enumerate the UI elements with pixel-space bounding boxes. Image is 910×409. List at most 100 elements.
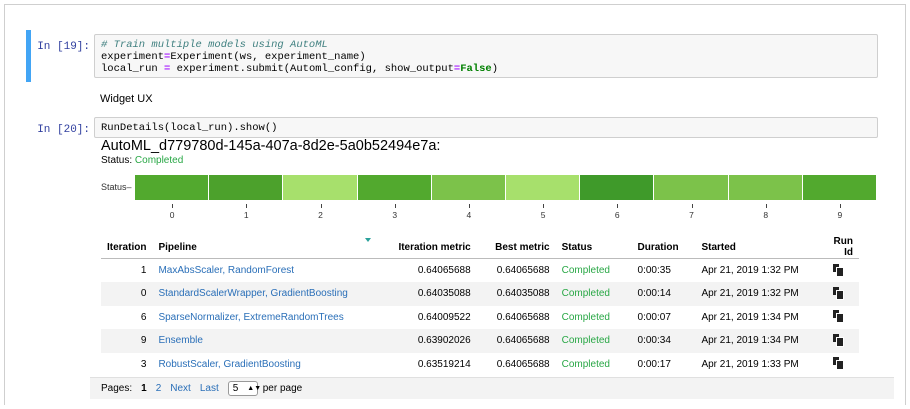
- cell-started: Apr 21, 2019 1:32 PM: [701, 265, 799, 276]
- table-pager: Pages: 1 2 Next Last 5 ▲▼ per page: [90, 377, 894, 399]
- cell-run-id: [817, 259, 859, 283]
- code-editor-20[interactable]: RunDetails(local_run).show(): [94, 117, 878, 138]
- cell-duration: 0:00:35: [637, 265, 671, 276]
- col-header-status[interactable]: Status: [555, 236, 632, 259]
- status-segment[interactable]: [209, 175, 283, 200]
- markdown-text: Widget UX: [100, 93, 153, 105]
- x-tick: [246, 204, 248, 208]
- code-line: experiment=Experiment(ws, experiment_nam…: [101, 51, 871, 63]
- cell-iteration-metric: 0.63519214: [417, 358, 471, 370]
- cell-status: Completed: [555, 282, 632, 306]
- cell-started: Apr 21, 2019 1:32 PM: [695, 282, 818, 306]
- copy-icon[interactable]: [833, 263, 845, 277]
- table-row[interactable]: 1 MaxAbsScaler, RandomForest 0.64065688 0.6…: [101, 259, 859, 283]
- code-line: # Train multiple models using AutoML: [101, 39, 871, 51]
- col-header-iteration-metric[interactable]: Iteration metric: [364, 236, 477, 259]
- cell-status: Completed: [561, 358, 610, 370]
- col-header-best-metric[interactable]: Best metric: [476, 236, 556, 259]
- x-tick-label: 8: [763, 210, 769, 220]
- table-row[interactable]: 0 StandardScalerWrapper, GradientBoosting…: [101, 282, 859, 306]
- x-tick-label: 0: [169, 210, 175, 220]
- cell-duration: 0:00:07: [637, 311, 671, 323]
- x-tick-label: 7: [689, 210, 694, 220]
- table-row[interactable]: 6 SparseNormalizer, ExtremeRandomTrees 0.6…: [101, 306, 859, 330]
- status-segment[interactable]: [506, 175, 580, 200]
- x-tick: [320, 204, 322, 208]
- col-header-started[interactable]: Started: [695, 236, 818, 259]
- page-2-link[interactable]: 2: [156, 383, 162, 394]
- cell-duration: 0:00:14: [631, 282, 696, 306]
- cell-iteration: 0: [101, 282, 153, 306]
- cell-pipeline-link[interactable]: RobustScaler, GradientBoosting: [152, 353, 366, 377]
- run-status-line: Status: Completed: [101, 155, 183, 166]
- cell-prompt-19: In [19]:: [37, 41, 90, 53]
- table-row[interactable]: 9 Ensemble 0.63902026 0.64065688 Completed 0:…: [101, 329, 859, 353]
- status-segment[interactable]: [728, 175, 802, 200]
- cell-pipeline-link[interactable]: StandardScalerWrapper, GradientBoosting: [152, 282, 367, 306]
- cell-status: Completed: [561, 265, 610, 276]
- cell-prompt-20: In [20]:: [37, 124, 90, 136]
- chart-y-label: Status–: [101, 182, 132, 192]
- cell-best-metric: 0.64035088: [476, 282, 556, 306]
- cell-best-metric: 0.64065688: [476, 329, 556, 353]
- cell-pipeline-link[interactable]: Ensemble: [152, 329, 367, 353]
- table-row[interactable]: 3 RobustScaler, GradientBoosting 0.6351921…: [101, 353, 859, 377]
- status-segment[interactable]: [135, 175, 209, 200]
- cell-selection-rail: [26, 30, 31, 82]
- x-tick-label: 6: [614, 210, 620, 220]
- code-token: Experiment(ws, experiment_name): [170, 51, 366, 63]
- next-page-link[interactable]: Next: [170, 383, 191, 394]
- x-tick: [617, 204, 619, 208]
- last-page-link[interactable]: Last: [200, 383, 219, 394]
- status-value: Completed: [134, 155, 184, 166]
- per-page-label: per page: [262, 383, 303, 394]
- cell-duration: 0:00:17: [637, 358, 671, 370]
- code-line: RunDetails(local_run).show(): [101, 122, 871, 134]
- col-header-pipeline[interactable]: Pipeline: [152, 236, 367, 259]
- copy-icon[interactable]: [833, 286, 845, 300]
- x-tick: [691, 204, 693, 208]
- x-tick-label: 4: [466, 210, 472, 220]
- x-tick: [839, 204, 841, 208]
- col-header-duration[interactable]: Duration: [631, 236, 696, 259]
- col-header-run-id[interactable]: Run Id: [817, 236, 859, 259]
- status-segment[interactable]: [580, 175, 654, 200]
- status-segment[interactable]: [802, 175, 876, 200]
- cell-run-id: [817, 353, 859, 377]
- cell-pipeline-link[interactable]: MaxAbsScaler, RandomForest: [152, 259, 366, 283]
- x-tick-label: 1: [243, 210, 249, 220]
- cell-iteration-metric: 0.64009522: [417, 311, 471, 323]
- run-id-title: AutoML_d779780d-145a-407a-8d2e-5a0b52494…: [101, 138, 441, 154]
- col-header-iteration[interactable]: Iteration: [101, 236, 153, 259]
- cell-iteration: 6: [140, 311, 147, 323]
- x-tick-label: 9: [837, 210, 843, 220]
- x-tick: [765, 204, 767, 208]
- copy-icon[interactable]: [833, 357, 845, 371]
- status-segment[interactable]: [431, 175, 505, 200]
- copy-icon[interactable]: [833, 333, 845, 347]
- status-segment[interactable]: [654, 175, 728, 200]
- code-token: local_run: [101, 63, 165, 75]
- cell-status: Completed: [555, 329, 632, 353]
- cell-pipeline-link[interactable]: SparseNormalizer, ExtremeRandomTrees: [152, 306, 366, 330]
- code-token: ): [491, 63, 499, 75]
- sort-indicator-icon: [364, 238, 371, 242]
- runs-table: Iteration Pipeline Iteration metric Best…: [101, 236, 859, 376]
- status-segment[interactable]: [357, 175, 431, 200]
- cell-iteration: 3: [140, 358, 147, 370]
- status-segment[interactable]: [283, 175, 357, 200]
- code-token: RunDetails(local_run).show(): [101, 122, 278, 134]
- code-editor-19[interactable]: # Train multiple models using AutoML expe…: [94, 34, 878, 78]
- cell-iteration-metric: 0.63902026: [366, 329, 477, 353]
- x-tick-label: 3: [392, 210, 398, 220]
- cell-status: Completed: [561, 311, 610, 323]
- code-token: experiment.submit(Automl_config, show_ou…: [170, 63, 454, 75]
- cell-started: Apr 21, 2019 1:34 PM: [695, 329, 818, 353]
- copy-icon[interactable]: [833, 310, 845, 324]
- x-tick: [468, 204, 470, 208]
- page-size-select[interactable]: 5 ▲▼: [227, 381, 261, 396]
- cell-run-id: [817, 329, 859, 353]
- run-status-chart: Status– 0 1 2 3 4 5 6 7 8 9: [101, 173, 877, 237]
- status-label: Status:: [101, 155, 135, 166]
- x-tick-label: 2: [318, 210, 323, 220]
